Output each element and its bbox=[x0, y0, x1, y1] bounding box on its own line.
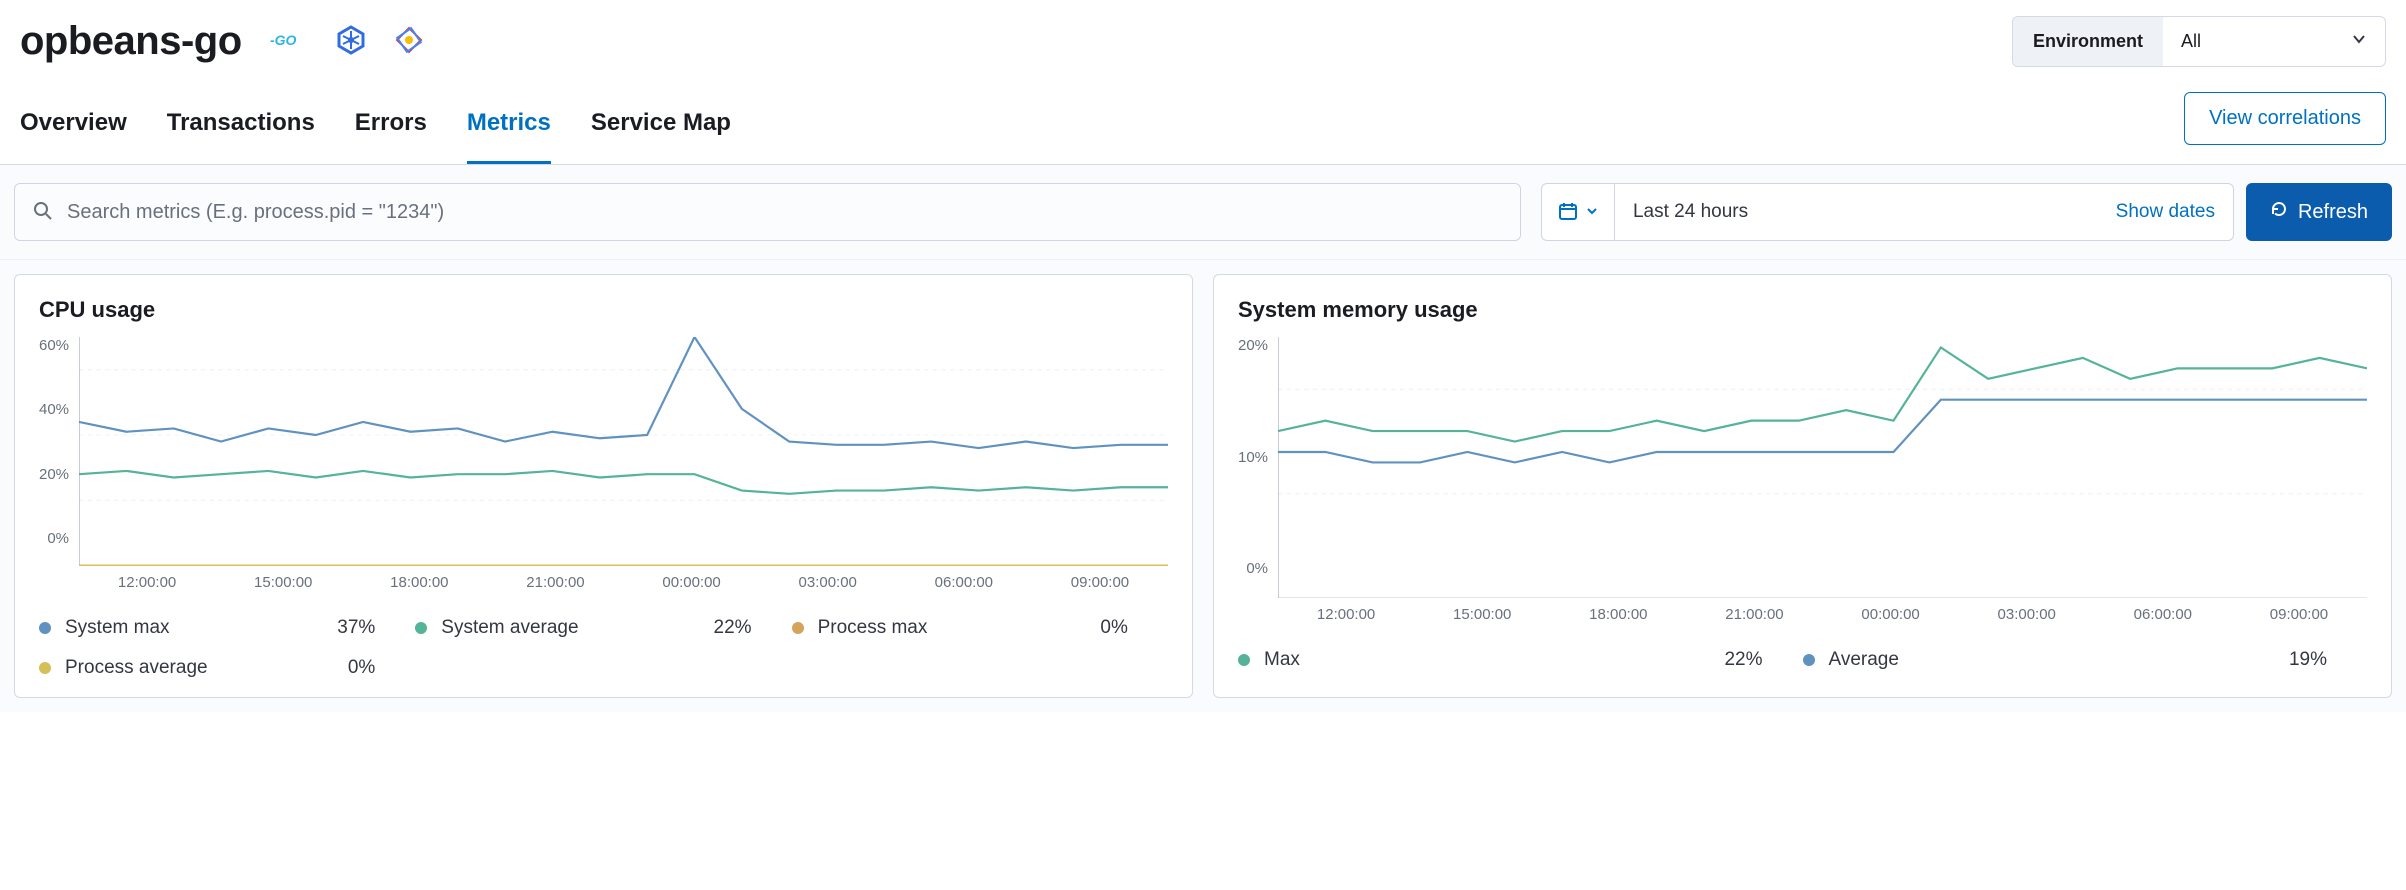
legend-item[interactable]: Average 19% bbox=[1803, 649, 2368, 671]
x-tick: 03:00:00 bbox=[760, 574, 896, 591]
legend-item[interactable]: Max 22% bbox=[1238, 649, 1803, 671]
time-range-display[interactable]: Last 24 hours Show dates bbox=[1614, 183, 2234, 241]
legend-item[interactable]: Process max 0% bbox=[792, 617, 1168, 639]
x-tick: 21:00:00 bbox=[487, 574, 623, 591]
legend-label: System max bbox=[65, 617, 337, 639]
page-title: opbeans-go bbox=[20, 19, 242, 64]
gcp-icon bbox=[394, 25, 424, 58]
go-icon: -GO bbox=[270, 30, 308, 53]
x-axis: 12:00:0015:00:0018:00:0021:00:0000:00:00… bbox=[1278, 606, 2367, 623]
legend-value: 19% bbox=[2289, 649, 2367, 671]
time-range-value: Last 24 hours bbox=[1633, 201, 1748, 223]
tab-transactions[interactable]: Transactions bbox=[167, 87, 315, 164]
panel-title: CPU usage bbox=[39, 297, 1168, 323]
panels: CPU usage 60%40%20%0% 12:00:0015:00:0018… bbox=[0, 260, 2406, 712]
search-input[interactable] bbox=[67, 201, 1502, 224]
legend-item[interactable]: System max 37% bbox=[39, 617, 415, 639]
kubernetes-icon bbox=[336, 25, 366, 58]
refresh-icon bbox=[2270, 200, 2288, 224]
legend: Max 22% Average 19% bbox=[1238, 649, 2367, 671]
calendar-icon bbox=[1558, 201, 1578, 224]
tab-errors[interactable]: Errors bbox=[355, 87, 427, 164]
x-tick: 21:00:00 bbox=[1686, 606, 1822, 623]
legend-label: Average bbox=[1829, 649, 2289, 671]
x-tick: 15:00:00 bbox=[1414, 606, 1550, 623]
y-axis: 60% 40% 20% 0% bbox=[39, 337, 79, 547]
legend-value: 22% bbox=[1724, 649, 1802, 671]
y-tick: 60% bbox=[39, 337, 69, 354]
refresh-button[interactable]: Refresh bbox=[2246, 183, 2392, 241]
x-tick: 00:00:00 bbox=[624, 574, 760, 591]
x-tick: 09:00:00 bbox=[1032, 574, 1168, 591]
x-tick: 12:00:00 bbox=[79, 574, 215, 591]
y-axis: 20% 10% 0% bbox=[1238, 337, 1278, 577]
tabs: Overview Transactions Errors Metrics Ser… bbox=[20, 87, 731, 164]
chart-plot bbox=[79, 337, 1168, 566]
panel-title: System memory usage bbox=[1238, 297, 2367, 323]
x-axis: 12:00:0015:00:0018:00:0021:00:0000:00:00… bbox=[79, 574, 1168, 591]
legend-label: Process average bbox=[65, 657, 348, 679]
chevron-down-icon bbox=[1586, 204, 1598, 220]
time-picker-calendar-button[interactable] bbox=[1541, 183, 1614, 241]
tab-metrics[interactable]: Metrics bbox=[467, 87, 551, 164]
environment-value: All bbox=[2181, 31, 2201, 52]
tabs-row: Overview Transactions Errors Metrics Ser… bbox=[0, 87, 2406, 165]
y-tick: 20% bbox=[39, 466, 69, 483]
time-picker: Last 24 hours Show dates Refresh bbox=[1541, 183, 2392, 241]
legend-dot bbox=[39, 622, 51, 634]
view-correlations-button[interactable]: View correlations bbox=[2184, 92, 2386, 145]
y-tick: 0% bbox=[1246, 560, 1268, 577]
x-tick: 12:00:00 bbox=[1278, 606, 1414, 623]
x-tick: 18:00:00 bbox=[1550, 606, 1686, 623]
refresh-label: Refresh bbox=[2298, 201, 2368, 224]
legend-item[interactable]: System average 22% bbox=[415, 617, 791, 639]
search-input-wrapper[interactable] bbox=[14, 183, 1521, 241]
legend-label: Process max bbox=[818, 617, 1101, 639]
legend-value: 0% bbox=[1100, 617, 1167, 639]
legend-value: 0% bbox=[348, 657, 415, 679]
x-tick: 09:00:00 bbox=[2231, 606, 2367, 623]
chart-plot bbox=[1278, 337, 2367, 598]
controls-row: Last 24 hours Show dates Refresh bbox=[0, 165, 2406, 260]
environment-selector[interactable]: Environment All bbox=[2012, 16, 2386, 67]
legend-item[interactable]: Process average 0% bbox=[39, 657, 415, 679]
x-tick: 06:00:00 bbox=[2095, 606, 2231, 623]
tab-overview[interactable]: Overview bbox=[20, 87, 127, 164]
y-tick: 10% bbox=[1238, 449, 1268, 466]
x-tick: 15:00:00 bbox=[215, 574, 351, 591]
legend: System max 37% System average 22% Proces… bbox=[39, 617, 1168, 679]
environment-dropdown[interactable]: All bbox=[2163, 17, 2385, 66]
search-icon bbox=[33, 201, 53, 224]
legend-label: System average bbox=[441, 617, 713, 639]
chart-memory: 20% 10% 0% 12:00:0015:00:0018:00:0021:00:0… bbox=[1238, 337, 2367, 623]
x-tick: 06:00:00 bbox=[896, 574, 1032, 591]
legend-label: Max bbox=[1264, 649, 1724, 671]
chart-cpu: 60% 40% 20% 0% 12:00:0015:00:0018:00:0021:0… bbox=[39, 337, 1168, 591]
legend-dot bbox=[1803, 654, 1815, 666]
page-header: opbeans-go -GO Environment All bbox=[0, 0, 2406, 87]
panel-cpu: CPU usage 60% 40% 20% 0% 12:00:0015:00:0018… bbox=[14, 274, 1193, 698]
show-dates-link[interactable]: Show dates bbox=[2116, 201, 2215, 223]
x-tick: 00:00:00 bbox=[1823, 606, 1959, 623]
legend-value: 22% bbox=[714, 617, 792, 639]
legend-value: 37% bbox=[337, 617, 415, 639]
svg-text:-GO: -GO bbox=[270, 32, 297, 48]
legend-dot bbox=[415, 622, 427, 634]
legend-dot bbox=[39, 662, 51, 674]
y-tick: 40% bbox=[39, 401, 69, 418]
chevron-down-icon bbox=[2351, 31, 2367, 52]
x-tick: 18:00:00 bbox=[351, 574, 487, 591]
environment-label: Environment bbox=[2013, 17, 2163, 66]
legend-dot bbox=[1238, 654, 1250, 666]
x-tick: 03:00:00 bbox=[1959, 606, 2095, 623]
y-tick: 0% bbox=[47, 530, 69, 547]
legend-dot bbox=[792, 622, 804, 634]
y-tick: 20% bbox=[1238, 337, 1268, 354]
panel-memory: System memory usage 20% 10% 0% 12:00:0015:… bbox=[1213, 274, 2392, 698]
tab-service-map[interactable]: Service Map bbox=[591, 87, 731, 164]
agent-icons: -GO bbox=[270, 25, 424, 58]
